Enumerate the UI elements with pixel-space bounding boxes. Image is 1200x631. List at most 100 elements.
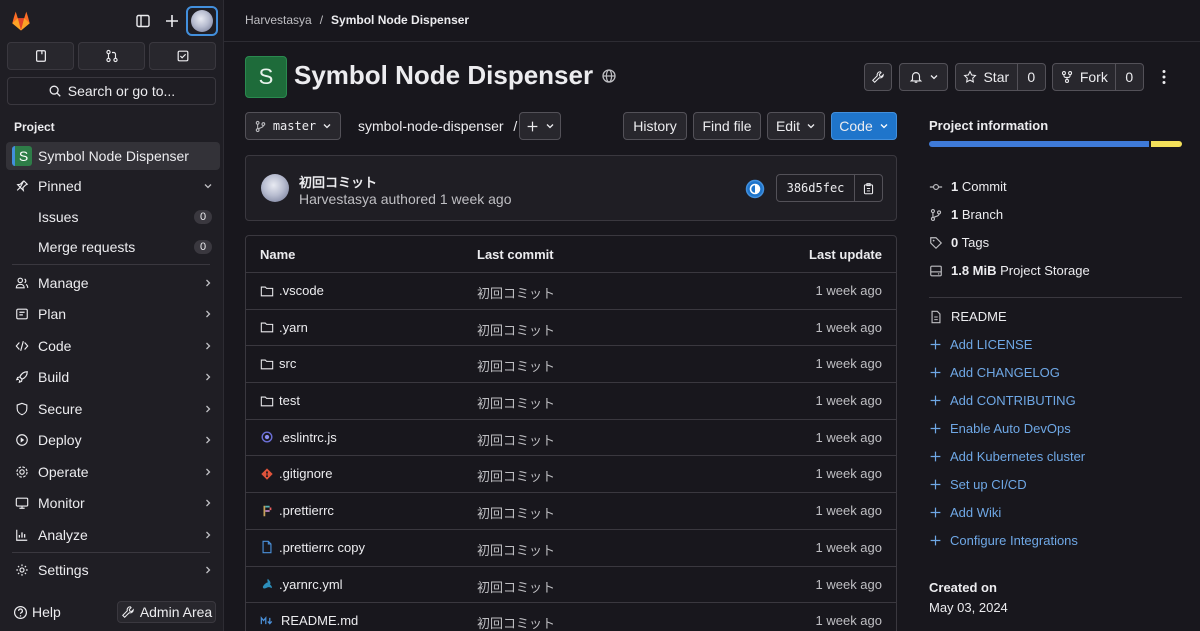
fork-count[interactable]: 0 [1116, 64, 1143, 90]
sidebar-item-operate[interactable]: Operate [6, 458, 220, 486]
sidebar-item-settings[interactable]: Settings [6, 556, 220, 584]
file-name[interactable]: .eslintrc.js [279, 430, 337, 445]
language-bar[interactable] [929, 141, 1182, 147]
file-name[interactable]: .yarn [279, 320, 308, 335]
file-last-commit[interactable]: 初回コミット [477, 430, 555, 449]
table-row[interactable]: .eslintrc.js 初回コミット 1 week ago [246, 420, 896, 457]
sidebar-item-pinned[interactable]: Pinned [6, 172, 220, 200]
issues-shortcut-button[interactable] [7, 42, 74, 70]
storage-icon [930, 265, 942, 276]
table-row[interactable]: .yarnrc.yml 初回コミット 1 week ago [246, 567, 896, 604]
breadcrumb-group-link[interactable]: Harvestasya [245, 13, 312, 27]
configure-integrations-link[interactable]: Configure Integrations [929, 533, 1078, 548]
history-button[interactable]: History [623, 112, 687, 140]
set-up-ci-cd-link[interactable]: Set up CI/CD [929, 477, 1027, 492]
star-label: Star [983, 69, 1010, 85]
readme-link[interactable]: README [929, 309, 1007, 324]
sidebar-item-monitor[interactable]: Monitor [6, 489, 220, 517]
sidebar-toggle-icon[interactable] [131, 9, 155, 33]
add-to-tree-dropdown[interactable] [519, 112, 561, 140]
user-avatar-button[interactable] [186, 6, 218, 36]
breadcrumb-current[interactable]: Symbol Node Dispenser [331, 13, 469, 27]
file-last-commit[interactable]: 初回コミット [477, 613, 555, 631]
fork-button[interactable]: Fork [1053, 64, 1115, 90]
file-name[interactable]: test [279, 393, 300, 408]
link-label: Add Kubernetes cluster [950, 449, 1086, 464]
find-file-button[interactable]: Find file [693, 112, 761, 140]
file-last-commit[interactable]: 初回コミット [477, 577, 555, 596]
sidebar-item-plan[interactable]: Plan [6, 300, 220, 328]
table-row[interactable]: src 初回コミット 1 week ago [246, 346, 896, 384]
merge-requests-shortcut-button[interactable] [78, 42, 145, 70]
file-name[interactable]: README.md [281, 613, 358, 628]
table-row[interactable]: .gitignore 初回コミット 1 week ago [246, 456, 896, 494]
commit-author-avatar[interactable] [261, 174, 289, 202]
table-row[interactable]: .yarn 初回コミット 1 week ago [246, 310, 896, 347]
sidebar-item-secure[interactable]: Secure [6, 395, 220, 423]
branch-selector[interactable]: master [245, 112, 341, 140]
add-contributing-link[interactable]: Add CONTRIBUTING [929, 393, 1076, 408]
table-row[interactable]: test 初回コミット 1 week ago [246, 383, 896, 420]
star-count[interactable]: 0 [1018, 64, 1045, 90]
pipeline-status-icon[interactable] [745, 179, 765, 199]
help-button[interactable]: Help [13, 604, 61, 620]
file-name[interactable]: .gitignore [279, 466, 332, 481]
language-segment[interactable] [929, 141, 1150, 147]
path-root-link[interactable]: symbol-node-dispenser [358, 118, 504, 134]
admin-area-button[interactable]: Admin Area [117, 601, 216, 623]
add-kubernetes-cluster-link[interactable]: Add Kubernetes cluster [929, 449, 1085, 464]
more-actions-icon[interactable] [1152, 66, 1176, 88]
sidebar-item-issues[interactable]: Issues 0 [6, 203, 220, 231]
path-separator: / [513, 118, 518, 134]
search-button[interactable]: Search or go to... [7, 77, 216, 105]
add-changelog-link[interactable]: Add CHANGELOG [929, 365, 1060, 380]
add-wiki-link[interactable]: Add Wiki [929, 505, 1001, 520]
copy-sha-button[interactable] [854, 175, 882, 201]
star-icon [963, 70, 978, 83]
branches-stat[interactable]: 1 Branch [929, 207, 1003, 222]
code-dropdown[interactable]: Code [831, 112, 897, 140]
notifications-dropdown[interactable] [899, 63, 948, 91]
table-row[interactable]: .prettierrc 初回コミット 1 week ago [246, 493, 896, 530]
sidebar-item-project[interactable]: S Symbol Node Dispenser [6, 142, 220, 170]
file-last-commit[interactable]: 初回コミット [477, 466, 555, 485]
file-name[interactable]: src [279, 356, 296, 371]
file-name[interactable]: .vscode [279, 283, 324, 298]
file-name[interactable]: .yarnrc.yml [279, 577, 343, 592]
create-new-icon[interactable] [160, 9, 184, 33]
sidebar-item-merge-requests[interactable]: Merge requests 0 [6, 233, 220, 261]
todo-shortcut-button[interactable] [149, 42, 216, 70]
table-row[interactable]: README.md 初回コミット 1 week ago [246, 603, 896, 631]
sidebar-item-deploy[interactable]: Deploy [6, 426, 220, 454]
edit-dropdown[interactable]: Edit [767, 112, 825, 140]
star-button[interactable]: Star [956, 64, 1017, 90]
file-last-commit[interactable]: 初回コミット [477, 393, 555, 412]
admin-project-button[interactable] [864, 63, 892, 91]
file-last-commit[interactable]: 初回コミット [477, 503, 555, 522]
add-license-link[interactable]: Add LICENSE [929, 337, 1032, 352]
language-segment[interactable] [1151, 141, 1182, 147]
commit-sha[interactable]: 386d5fec [777, 175, 854, 201]
sidebar-item-code[interactable]: Code [6, 332, 220, 360]
plus-icon [929, 422, 942, 435]
tags-stat[interactable]: 0 Tags [929, 235, 989, 250]
file-name[interactable]: .prettierrc [279, 503, 334, 518]
file-name[interactable]: .prettierrc copy [279, 540, 365, 555]
sidebar-item-manage[interactable]: Manage [6, 269, 220, 297]
sidebar-item-build[interactable]: Build [6, 363, 220, 391]
commit-title[interactable]: 初回コミット [299, 172, 377, 191]
file-last-commit[interactable]: 初回コミット [477, 540, 555, 559]
commits-stat[interactable]: 1 Commit [929, 179, 1007, 194]
storage-stat[interactable]: 1.8 MiB Project Storage [929, 263, 1090, 278]
table-row[interactable]: .prettierrc copy 初回コミット 1 week ago [246, 530, 896, 567]
file-last-commit[interactable]: 初回コミット [477, 356, 555, 375]
commit-author-link[interactable]: Harvestasya [299, 191, 377, 207]
file-last-commit[interactable]: 初回コミット [477, 320, 555, 339]
file-last-commit[interactable]: 初回コミット [477, 283, 555, 302]
yarn-icon [260, 577, 274, 591]
enable-auto-devops-link[interactable]: Enable Auto DevOps [929, 421, 1071, 436]
table-row[interactable]: .vscode 初回コミット 1 week ago [246, 273, 896, 310]
sidebar-item-analyze[interactable]: Analyze [6, 521, 220, 549]
count-badge: 0 [194, 240, 212, 254]
gitlab-logo-icon[interactable] [9, 9, 33, 33]
